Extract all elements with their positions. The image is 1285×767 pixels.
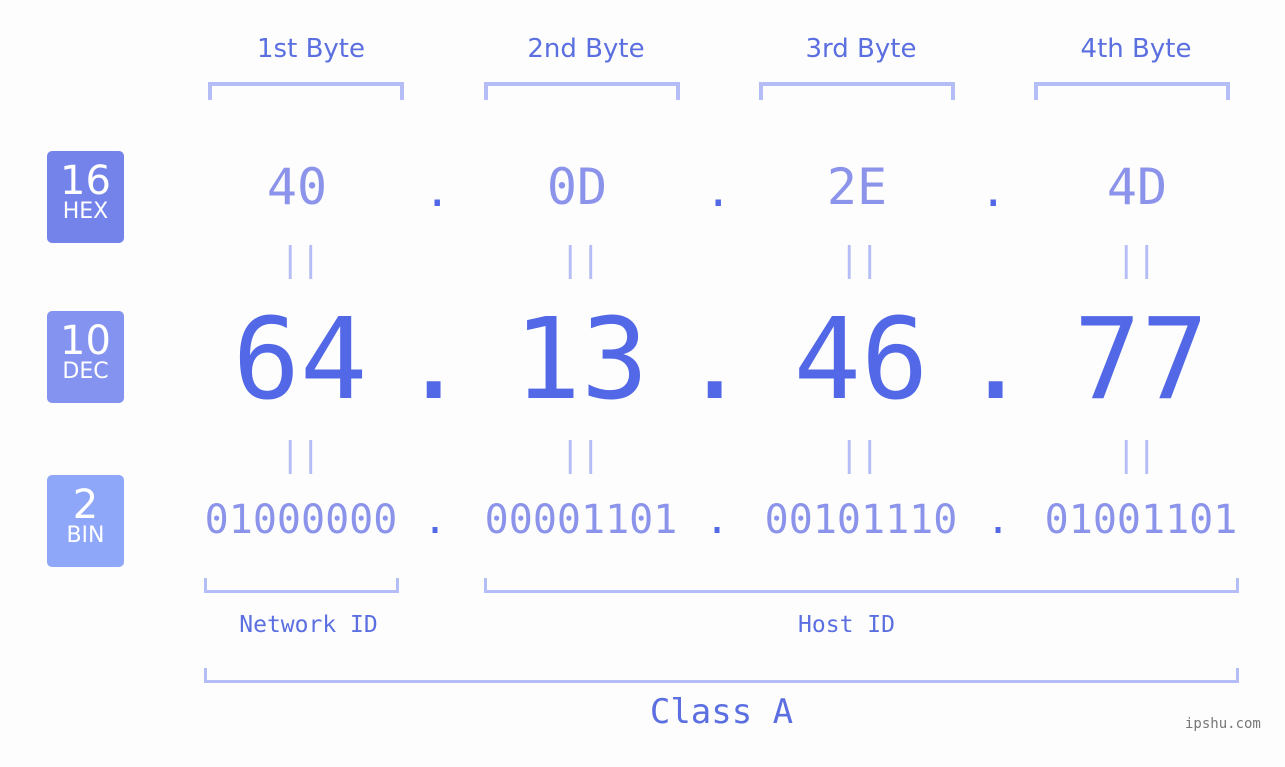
hex-byte-2: 0D <box>546 158 608 216</box>
byte-bracket-1 <box>208 82 404 100</box>
byte-header-1: 1st Byte <box>257 34 365 64</box>
bin-byte-2: 00001101 <box>484 497 678 543</box>
host-id-bracket <box>484 578 1239 593</box>
network-id-bracket <box>204 578 399 593</box>
dec-byte-4: 77 <box>1073 295 1209 425</box>
dec-byte-1: 64 <box>232 295 368 425</box>
network-id-label: Network ID <box>239 612 378 638</box>
equals-icon: || <box>280 240 321 280</box>
bin-byte-4: 01001101 <box>1044 497 1238 543</box>
bin-dot-3: . <box>986 497 1011 543</box>
dec-base-number: 10 <box>60 318 111 364</box>
dec-byte-2: 13 <box>513 295 649 425</box>
bin-base-label: BIN <box>66 523 105 548</box>
hex-dot-1: . <box>424 166 451 217</box>
dec-dot-1: . <box>400 295 468 425</box>
hex-badge: 16 HEX <box>47 151 124 243</box>
byte-bracket-4 <box>1034 82 1230 100</box>
hex-byte-3: 2E <box>826 158 888 216</box>
bin-badge: 2 BIN <box>47 475 124 567</box>
hex-byte-4: 4D <box>1106 158 1168 216</box>
bin-dot-1: . <box>423 497 448 543</box>
hex-dot-3: . <box>980 166 1007 217</box>
dec-base-label: DEC <box>62 359 109 384</box>
bin-byte-1: 01000000 <box>204 497 398 543</box>
equals-icon: || <box>1116 240 1157 280</box>
equals-icon: || <box>560 240 601 280</box>
hex-byte-1: 40 <box>266 158 328 216</box>
hex-base-number: 16 <box>60 158 111 204</box>
byte-header-2: 2nd Byte <box>527 34 645 64</box>
dec-dot-2: . <box>681 295 749 425</box>
dec-badge: 10 DEC <box>47 311 124 403</box>
class-label: Class A <box>649 692 794 732</box>
host-id-label: Host ID <box>798 612 895 638</box>
byte-header-3: 3rd Byte <box>805 34 917 64</box>
dec-byte-3: 46 <box>793 295 929 425</box>
byte-header-4: 4th Byte <box>1080 34 1192 64</box>
watermark: ipshu.com <box>1185 716 1261 732</box>
byte-bracket-3 <box>759 82 955 100</box>
equals-icon: || <box>839 240 880 280</box>
equals-icon: || <box>280 435 321 475</box>
hex-base-label: HEX <box>62 199 109 224</box>
byte-bracket-2 <box>484 82 680 100</box>
hex-dot-2: . <box>705 166 732 217</box>
bin-byte-3: 00101110 <box>764 497 958 543</box>
class-bracket <box>204 668 1239 683</box>
dec-dot-3: . <box>962 295 1030 425</box>
equals-icon: || <box>1116 435 1157 475</box>
bin-base-number: 2 <box>72 482 99 528</box>
equals-icon: || <box>560 435 601 475</box>
bin-dot-2: . <box>705 497 730 543</box>
equals-icon: || <box>839 435 880 475</box>
